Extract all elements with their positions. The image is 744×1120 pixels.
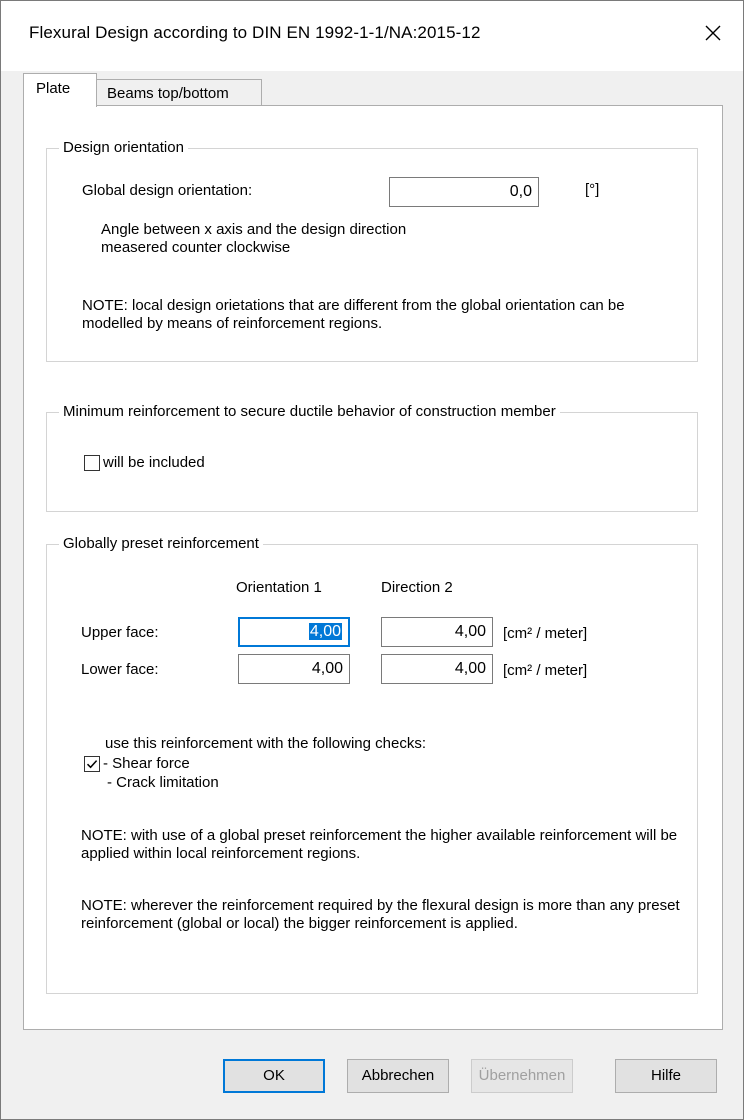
tab-plate-label: Plate: [36, 80, 71, 97]
dialog-window: Flexural Design according to DIN EN 1992…: [0, 0, 744, 1120]
window-title: Flexural Design according to DIN EN 1992…: [29, 23, 481, 42]
minimum-reinforcement-legend: Minimum reinforcement to secure ductile …: [59, 403, 560, 421]
upper-face-direction-2-input[interactable]: 4,00: [381, 617, 493, 647]
use-reinforcement-checkbox[interactable]: [84, 756, 100, 772]
preset-reinforcement-group: Globally preset reinforcement Orientatio…: [46, 535, 698, 994]
close-button[interactable]: [697, 17, 729, 49]
upper-face-orientation-1-selection: 4,00: [308, 623, 342, 640]
tab-plate[interactable]: Plate: [23, 73, 97, 107]
global-orientation-label: Global design orientation:: [82, 182, 253, 199]
title-bar: Flexural Design according to DIN EN 1992…: [1, 1, 743, 71]
lower-face-unit: [cm² / meter]: [503, 662, 588, 679]
cancel-button[interactable]: Abbrechen: [347, 1059, 449, 1093]
lower-face-direction-2-input[interactable]: 4,00: [381, 654, 493, 684]
minimum-reinforcement-group: Minimum reinforcement to secure ductile …: [46, 403, 698, 512]
close-icon: [705, 25, 721, 41]
tab-beams-label: Beams top/bottom: [107, 85, 229, 102]
design-orientation-group: Design orientation Global design orienta…: [46, 139, 698, 362]
use-reinforcement-label: use this reinforcement with the followin…: [105, 735, 426, 752]
upper-face-unit: [cm² / meter]: [503, 625, 588, 642]
upper-face-label: Upper face:: [81, 624, 159, 641]
orientation-note: NOTE: local design orietations that are …: [82, 297, 625, 332]
checkmark-icon: [86, 760, 98, 769]
check-shear-force: - Shear force: [103, 755, 190, 772]
tab-page-plate: Design orientation Global design orienta…: [23, 105, 723, 1030]
column-header-orientation-1: Orientation 1: [236, 579, 322, 596]
lower-face-label: Lower face:: [81, 661, 159, 678]
include-minimum-label: will be included: [103, 454, 205, 471]
help-button[interactable]: Hilfe: [615, 1059, 717, 1093]
preset-note-2: NOTE: wherever the reinforcement require…: [81, 897, 680, 932]
preset-reinforcement-legend: Globally preset reinforcement: [59, 535, 263, 553]
include-minimum-checkbox[interactable]: [84, 455, 100, 471]
column-header-direction-2: Direction 2: [381, 579, 453, 596]
design-orientation-legend: Design orientation: [59, 139, 188, 157]
apply-button[interactable]: Übernehmen: [471, 1059, 573, 1093]
preset-note-1: NOTE: with use of a global preset reinfo…: [81, 827, 678, 862]
check-crack-limitation: - Crack limitation: [107, 774, 219, 791]
degree-unit: [°]: [585, 181, 600, 198]
orientation-description: Angle between x axis and the design dire…: [101, 221, 407, 256]
ok-button[interactable]: OK: [223, 1059, 325, 1093]
global-orientation-input[interactable]: 0,0: [389, 177, 539, 207]
upper-face-orientation-1-input[interactable]: 4,00: [238, 617, 350, 647]
lower-face-orientation-1-input[interactable]: 4,00: [238, 654, 350, 684]
